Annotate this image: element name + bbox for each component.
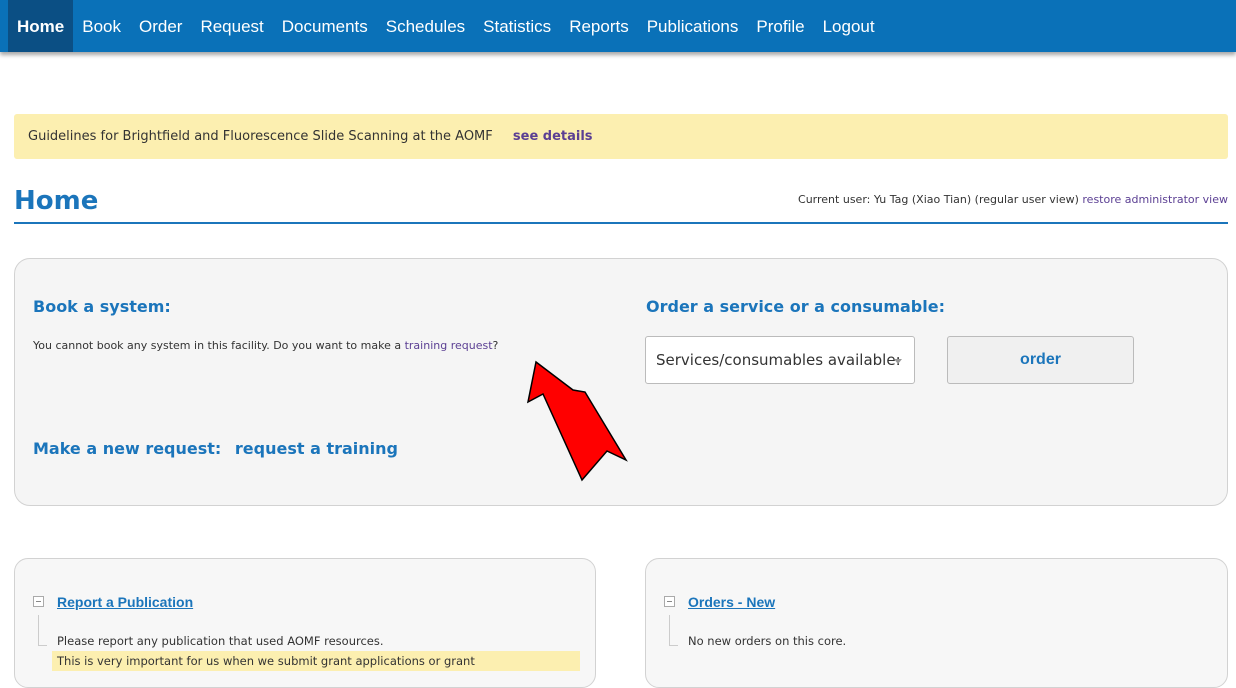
nav-logout[interactable]: Logout bbox=[814, 0, 884, 52]
report-publication-link[interactable]: Report a Publication bbox=[57, 594, 193, 610]
book-desc-suffix: ? bbox=[492, 339, 499, 352]
order-button[interactable]: order bbox=[947, 336, 1134, 384]
orders-new-link[interactable]: Orders - New bbox=[688, 594, 775, 610]
nav-reports[interactable]: Reports bbox=[560, 0, 638, 52]
tree-branch bbox=[38, 645, 47, 646]
orders-card: Orders - New No new orders on this core. bbox=[645, 558, 1228, 688]
title-divider bbox=[14, 222, 1228, 224]
announcement-banner: Guidelines for Brightfield and Fluoresce… bbox=[14, 114, 1228, 159]
services-select-value: Services/consumables available: bbox=[656, 351, 901, 369]
nav-profile[interactable]: Profile bbox=[747, 0, 813, 52]
publication-text: Please report any publication that used … bbox=[57, 634, 384, 648]
publication-highlight: This is very important for us when we su… bbox=[52, 651, 580, 671]
banner-text: Guidelines for Brightfield and Fluoresce… bbox=[28, 129, 493, 144]
page-title: Home bbox=[14, 186, 99, 216]
tree-line bbox=[38, 615, 39, 645]
request-training-link[interactable]: request a training bbox=[235, 439, 398, 458]
restore-admin-view-link[interactable]: restore administrator view bbox=[1082, 193, 1228, 206]
current-user-text: Current user: Yu Tag (Xiao Tian) (regula… bbox=[798, 193, 1079, 206]
publication-card: Report a Publication Please report any p… bbox=[14, 558, 596, 688]
nav-request[interactable]: Request bbox=[191, 0, 272, 52]
nav-documents[interactable]: Documents bbox=[273, 0, 377, 52]
nav-statistics[interactable]: Statistics bbox=[474, 0, 560, 52]
new-request-heading: Make a new request: bbox=[33, 439, 222, 458]
training-request-link[interactable]: training request bbox=[405, 339, 493, 352]
tree-line bbox=[669, 615, 670, 645]
red-arrow-icon bbox=[526, 360, 628, 482]
orders-text: No new orders on this core. bbox=[688, 634, 847, 648]
book-desc-text: You cannot book any system in this facil… bbox=[33, 339, 402, 352]
book-system-heading: Book a system: bbox=[33, 297, 171, 316]
nav-order[interactable]: Order bbox=[130, 0, 191, 52]
nav-home[interactable]: Home bbox=[8, 0, 74, 52]
see-details-link[interactable]: see details bbox=[513, 129, 593, 144]
collapse-icon[interactable] bbox=[33, 596, 44, 607]
collapse-icon[interactable] bbox=[664, 596, 675, 607]
nav-book[interactable]: Book bbox=[73, 0, 130, 52]
chevron-down-icon bbox=[894, 359, 902, 364]
tree-branch bbox=[669, 645, 678, 646]
nav-schedules[interactable]: Schedules bbox=[377, 0, 474, 52]
current-user-info: Current user: Yu Tag (Xiao Tian) (regula… bbox=[798, 193, 1228, 206]
top-navigation: Home Book Order Request Documents Schedu… bbox=[0, 0, 1236, 52]
services-select[interactable]: Services/consumables available: bbox=[645, 336, 915, 384]
nav-publications[interactable]: Publications bbox=[638, 0, 748, 52]
order-service-heading: Order a service or a consumable: bbox=[646, 297, 945, 316]
book-system-description: You cannot book any system in this facil… bbox=[33, 339, 498, 352]
new-request-row: Make a new request: request a training bbox=[33, 439, 398, 458]
